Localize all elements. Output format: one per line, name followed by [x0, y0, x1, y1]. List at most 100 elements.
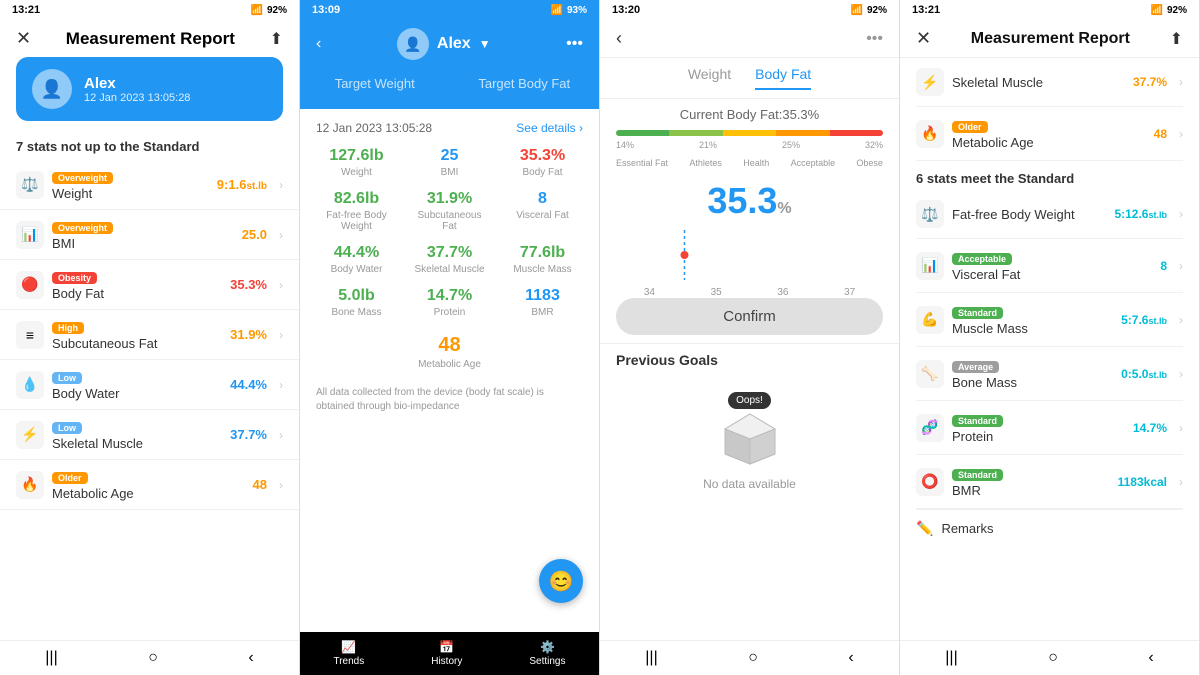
panel-3: 13:20 📶 92% ‹ ••• Weight Body Fat Curren… [600, 0, 900, 675]
settings-label: Settings [529, 656, 565, 667]
skeletal-label: Skeletal Muscle [52, 436, 222, 451]
share-icon[interactable]: ⬆ [270, 29, 283, 49]
nav-back-3[interactable]: ‹ [848, 649, 853, 667]
stat-weight[interactable]: ⚖️ Overweight Weight 9:1.6st.lb › [0, 160, 299, 210]
metabolicage-icon: 🔥 [16, 471, 44, 499]
p4-chevron-visceral: › [1179, 259, 1183, 273]
nav-menu-4[interactable]: ||| [945, 649, 957, 667]
tab-trends[interactable]: 📈 Trends [333, 640, 364, 667]
p2-back-icon[interactable]: ‹ [316, 35, 321, 53]
stat-bodyfat[interactable]: 🔴 Obesity Body Fat 35.3% › [0, 260, 299, 310]
gauge-pct-14: 14% [616, 140, 634, 150]
p4-stat-fatfree[interactable]: ⚖️ Fat-free Body Weight 5:12.6st.lb › [916, 190, 1183, 239]
tab-bodyfat-chart[interactable]: Body Fat [755, 66, 811, 90]
nav-home-4[interactable]: ○ [1048, 649, 1058, 667]
oops-bubble: Oops! [728, 392, 771, 409]
cube-icon [715, 409, 785, 469]
gauge-sublabels: Essential Fat Athletes Health Acceptable… [616, 158, 883, 168]
chart-svg [616, 230, 883, 290]
remarks-row[interactable]: ✏️ Remarks [916, 509, 1183, 547]
p2-weight-val: 127.6lb [316, 147, 397, 165]
fab-button[interactable]: 😊 [539, 559, 583, 603]
gauge-pct-25: 25% [782, 140, 800, 150]
p4-bonemass-icon: 🦴 [916, 360, 944, 388]
p4-stat-protein[interactable]: 🧬 Standard Protein 14.7% › [916, 401, 1183, 455]
tab-target-weight[interactable]: Target Weight [300, 68, 450, 101]
confirm-button[interactable]: Confirm [616, 298, 883, 335]
nav-menu-3[interactable]: ||| [645, 649, 657, 667]
tab-weight[interactable]: Weight [688, 66, 731, 90]
p4-chevron-protein: › [1179, 421, 1183, 435]
seg-obese [830, 130, 883, 136]
p3-back-icon[interactable]: ‹ [616, 28, 622, 49]
p4-stat-metabolicage[interactable]: 🔥 Older Metabolic Age 48 › [916, 107, 1183, 161]
p4-chevron-musclemass: › [1179, 313, 1183, 327]
p2-bonemass-val: 5.0lb [316, 287, 397, 305]
p4-chevron-bonemass: › [1179, 367, 1183, 381]
p4-badge-standard-muscle: Standard [952, 307, 1003, 319]
remarks-label: Remarks [941, 521, 993, 536]
bodyfat-value: 35.3% [230, 277, 267, 292]
bodywater-value: 44.4% [230, 377, 267, 392]
section-meet-standard: 6 stats meet the Standard [916, 161, 1183, 190]
stat-skeletal[interactable]: ⚡ Low Skeletal Muscle 37.7% › [0, 410, 299, 460]
p2-more-icon[interactable]: ••• [566, 35, 583, 53]
p4-stat-musclemass[interactable]: 💪 Standard Muscle Mass 5:7.6st.lb › [916, 293, 1183, 347]
subcutaneous-info: High Subcutaneous Fat [52, 318, 222, 351]
p4-chevron-bmr: › [1179, 475, 1183, 489]
p4-metabolicage-info: Older Metabolic Age [952, 117, 1146, 150]
badge-low-skeletal: Low [52, 422, 82, 434]
p4-share-icon[interactable]: ⬆ [1170, 29, 1183, 49]
p4-stat-bonemass[interactable]: 🦴 Average Bone Mass 0:5.0st.lb › [916, 347, 1183, 401]
avatar: 👤 [32, 69, 72, 109]
p4-stat-skeletal[interactable]: ⚡ Skeletal Muscle 37.7% › [916, 58, 1183, 107]
p4-stat-bmr[interactable]: ⭕ Standard BMR 1183kcal › [916, 455, 1183, 509]
nav-home-1[interactable]: ○ [148, 649, 158, 667]
p4-metabolicage-name: Metabolic Age [952, 135, 1146, 150]
p2-weight-label: Weight [316, 167, 397, 178]
p2-metabolicage-val: 48 [316, 334, 583, 357]
status-icons-4: 📶 92% [1151, 5, 1187, 16]
p4-musclemass-info: Standard Muscle Mass [952, 303, 1113, 336]
bmi-icon: 📊 [16, 221, 44, 249]
stat-subcutaneous[interactable]: ≡ High Subcutaneous Fat 31.9% › [0, 310, 299, 360]
battery-3: 92% [867, 5, 887, 16]
p3-more-icon[interactable]: ••• [866, 30, 883, 48]
tab-target-bodyfat[interactable]: Target Body Fat [450, 68, 600, 101]
status-icons-2: 📶 93% [551, 5, 587, 16]
tab-settings[interactable]: ⚙️ Settings [529, 640, 565, 667]
p2-header: ‹ 👤 Alex ▼ ••• [300, 20, 599, 68]
bodyfat-big-number: 35.3% [600, 172, 899, 230]
prev-goals-section: Previous Goals [600, 343, 899, 376]
time-1: 13:21 [12, 4, 40, 16]
p2-bodywater-label: Body Water [316, 264, 397, 275]
nav-menu-1[interactable]: ||| [45, 649, 57, 667]
p2-see-details[interactable]: See details › [516, 121, 583, 135]
p2-visceral-val: 8 [502, 190, 583, 208]
nav-back-1[interactable]: ‹ [248, 649, 253, 667]
p2-bodyfat-label: Body Fat [502, 167, 583, 178]
stat-metabolicage[interactable]: 🔥 Older Metabolic Age 48 › [0, 460, 299, 510]
weight-label: Weight [52, 186, 209, 201]
close-icon[interactable]: ✕ [16, 28, 31, 49]
nav-home-3[interactable]: ○ [748, 649, 758, 667]
weight-icon: ⚖️ [16, 171, 44, 199]
p1-header: ✕ Measurement Report ⬆ [0, 20, 299, 57]
battery-2: 93% [567, 5, 587, 16]
stat-bmi[interactable]: 📊 Overweight BMI 25.0 › [0, 210, 299, 260]
status-bar-3: 13:20 📶 92% [600, 0, 899, 20]
weight-value: 9:1.6st.lb [217, 177, 267, 192]
skeletal-icon: ⚡ [16, 421, 44, 449]
stat-bodywater[interactable]: 💧 Low Body Water 44.4% › [0, 360, 299, 410]
no-data-area: Oops! No data available [600, 376, 899, 507]
bodywater-icon: 💧 [16, 371, 44, 399]
tab-history[interactable]: 📅 History [431, 640, 462, 667]
p2-metabolicage: 48 Metabolic Age [316, 326, 583, 378]
nav-back-4[interactable]: ‹ [1148, 649, 1153, 667]
bottom-nav-4: ||| ○ ‹ [900, 640, 1199, 675]
p4-close-icon[interactable]: ✕ [916, 28, 931, 49]
p4-protein-val: 14.7% [1133, 421, 1167, 435]
skeletal-info: Low Skeletal Muscle [52, 418, 222, 451]
p4-stat-visceral[interactable]: 📊 Acceptable Visceral Fat 8 › [916, 239, 1183, 293]
skeletal-value: 37.7% [230, 427, 267, 442]
